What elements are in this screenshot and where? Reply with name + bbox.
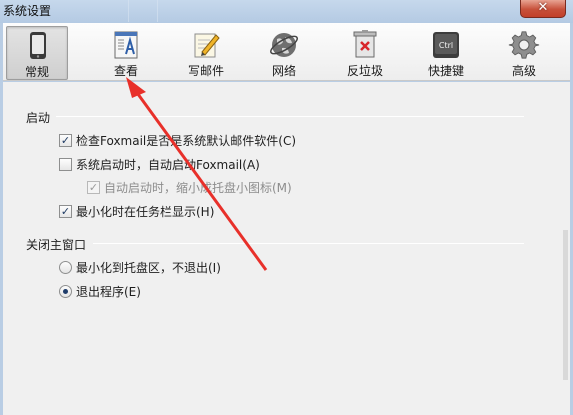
title-bar-ghost-control <box>128 0 158 22</box>
ctrl-key-text: Ctrl <box>439 41 453 50</box>
autostart-label: 系统启动时，自动启动Foxmail(A) <box>76 157 260 172</box>
tab-compose[interactable]: 写邮件 <box>175 26 237 80</box>
minimize-to-tray-on-autostart-checkbox: ✓ <box>87 180 100 194</box>
show-in-taskbar-label: 最小化时在任务栏显示(H) <box>76 204 215 219</box>
check-default-mail-label: 检查Foxmail是否是系统默认邮件软件(C) <box>76 133 297 148</box>
show-in-taskbar-option[interactable]: ✓ 最小化时在任务栏显示(H) <box>59 203 214 219</box>
tab-view-label: 查看 <box>113 64 138 78</box>
startup-section-title: 启动 <box>26 111 51 125</box>
tab-advanced[interactable]: 高级 <box>493 26 555 80</box>
close-main-divider <box>93 243 524 244</box>
tab-antispam-label: 反垃圾 <box>346 64 383 78</box>
minimize-to-tray-radio[interactable] <box>59 260 72 274</box>
exit-program-label: 退出程序(E) <box>76 284 141 299</box>
tab-network[interactable]: 网络 <box>253 26 315 80</box>
phone-icon <box>30 32 46 59</box>
globe-icon <box>270 33 298 57</box>
autostart-option[interactable]: 系统启动时，自动启动Foxmail(A) <box>59 156 260 172</box>
autostart-checkbox[interactable] <box>59 157 72 171</box>
settings-toolbar: 常规 查看 写邮件 网络 反垃圾 Ctrl 快捷键 高级 <box>3 23 570 81</box>
exit-program-radio[interactable] <box>59 284 72 298</box>
minimize-to-tray-label: 最小化到托盘区，不退出(I) <box>76 260 221 275</box>
check-default-mail-option[interactable]: ✓ 检查Foxmail是否是系统默认邮件软件(C) <box>59 132 296 148</box>
tab-general-label: 常规 <box>24 65 49 79</box>
title-bar: 系统设置 ✕ <box>0 0 573 23</box>
ctrl-key-icon: Ctrl <box>433 32 459 58</box>
tab-compose-label: 写邮件 <box>187 64 224 78</box>
gear-icon <box>508 31 540 59</box>
tab-general[interactable]: 常规 <box>6 26 68 80</box>
tab-network-label: 网络 <box>271 64 296 78</box>
show-in-taskbar-checkbox[interactable]: ✓ <box>59 204 72 218</box>
tab-view[interactable]: 查看 <box>95 26 157 80</box>
check-default-mail-checkbox[interactable]: ✓ <box>59 133 72 147</box>
exit-program-option[interactable]: 退出程序(E) <box>59 283 141 299</box>
close-main-section-title: 关闭主窗口 <box>26 238 87 252</box>
general-settings-panel: 启动 ✓ 检查Foxmail是否是系统默认邮件软件(C) 系统启动时，自动启动F… <box>3 82 570 415</box>
window-title: 系统设置 <box>3 4 52 18</box>
antispam-icon <box>353 30 377 58</box>
tab-shortcuts[interactable]: Ctrl 快捷键 <box>415 26 477 80</box>
tab-antispam[interactable]: 反垃圾 <box>334 26 396 80</box>
minimize-to-tray-option[interactable]: 最小化到托盘区，不退出(I) <box>59 259 221 275</box>
radio-selected-dot <box>63 288 68 294</box>
tab-shortcuts-label: 快捷键 <box>427 64 464 78</box>
startup-divider <box>56 116 524 117</box>
minimize-to-tray-on-autostart-option: ✓ 自动启动时，缩小成托盘小图标(M) <box>87 179 292 195</box>
close-button[interactable]: ✕ <box>520 0 566 18</box>
compose-icon <box>194 33 220 58</box>
minimize-to-tray-on-autostart-label: 自动启动时，缩小成托盘小图标(M) <box>104 180 292 195</box>
tab-advanced-label: 高级 <box>511 64 536 78</box>
view-icon <box>114 31 138 59</box>
scrollbar[interactable] <box>563 230 568 380</box>
